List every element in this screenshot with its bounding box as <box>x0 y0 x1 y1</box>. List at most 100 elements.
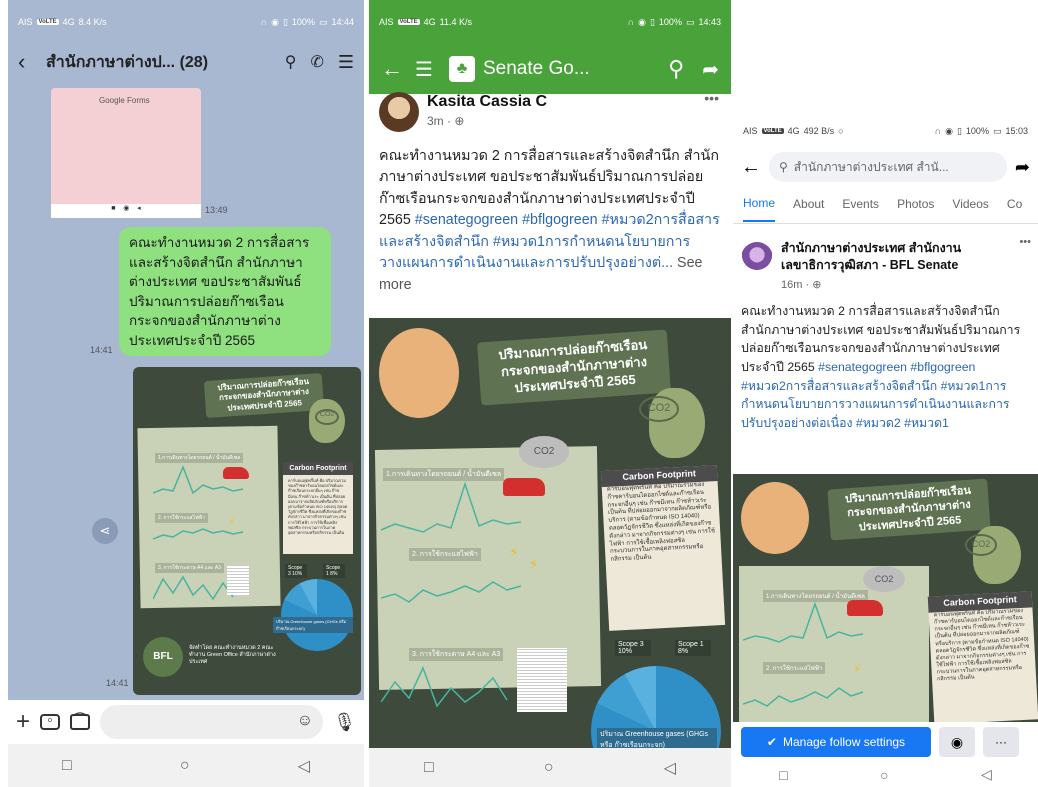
post-header: สำนักภาษาต่างประเทศ สำนักงานเลขาธิการวุฒ… <box>741 236 1031 296</box>
car-icon <box>847 600 883 616</box>
menu-icon[interactable]: ☰ <box>338 52 354 73</box>
share-button[interactable]: ⋖ <box>92 518 118 544</box>
chat-title: สำนักภาษาต่างป... (28) <box>46 53 209 71</box>
tab-photos[interactable]: Photos <box>897 197 934 211</box>
battery-icon: ▭ <box>685 16 695 27</box>
manage-follow-button[interactable]: ✔ Manage follow settings <box>741 727 931 757</box>
tab-events[interactable]: Events <box>842 197 879 211</box>
signal-icon: 4G <box>423 17 436 27</box>
recents-icon[interactable]: □ <box>62 757 72 775</box>
message-time: 14:41 <box>106 678 129 688</box>
back-nav-icon[interactable]: ◁ <box>664 758 676 778</box>
avatar[interactable] <box>379 92 419 132</box>
pie-note: ปริมาณ Greenhouse gases (GHGs หรือ ก๊าซเ… <box>273 617 353 633</box>
more-options-icon[interactable]: ••• <box>704 90 719 106</box>
bolt-icon: ⚡ <box>509 544 519 560</box>
back-nav-icon[interactable]: ◁ <box>981 766 992 783</box>
person-illustration <box>379 328 459 418</box>
infographic-image[interactable]: ปริมาณการปล่อยก๊าซเรือนกระจกของสำนักภาษา… <box>369 318 731 748</box>
image-icon[interactable]: ⌒ <box>70 713 91 730</box>
carrier-label: AIS <box>743 126 758 136</box>
chart2-label: 2. การใช้กระแสไฟฟ้า <box>763 662 826 674</box>
eye-icon: ◉ <box>638 16 646 27</box>
cf-text: คาร์บอนฟุตพริ้นท์ คือ ปริมาณรวมของก๊าซคา… <box>288 478 348 535</box>
back-arrow-icon[interactable]: ← <box>381 56 411 82</box>
facebook-group-screen: AIS VoLTE 4G 11.4 K/s ∩ ◉ ▯ 100% ▭ 14:43 ← ☰ ♣ S… <box>369 0 731 787</box>
person-illustration <box>741 482 809 554</box>
co2-icon: CO2 <box>965 534 997 556</box>
vibrate-icon: ▯ <box>649 16 655 27</box>
search-icon[interactable]: ⚲ <box>668 56 684 82</box>
plus-icon[interactable]: + <box>16 708 30 736</box>
status-bar: AIS VoLTE 4G 492 B/s ○ ∩ ◉ ▯ 100% ▭ 15:03 <box>733 112 1038 150</box>
message-input[interactable]: ☺ <box>100 705 324 739</box>
signal-icon: 4G <box>62 17 75 27</box>
bfl-logo: BFL <box>143 637 183 677</box>
more-options-icon[interactable]: ••• <box>1019 236 1031 248</box>
home-icon[interactable]: ○ <box>180 757 190 775</box>
battery-level: 100% <box>965 126 989 136</box>
input-bar: + ◦ ⌒ ☺ 🎙 <box>8 700 364 744</box>
tab-home[interactable]: Home <box>743 186 776 222</box>
car-icon <box>223 467 249 479</box>
phone-icon[interactable]: ✆ <box>310 52 323 72</box>
vibrate-icon: ▯ <box>956 125 962 136</box>
chat-header: ‹ สำนักภาษาต่างป... (28) ⚲ ✆ ☰ <box>8 44 364 80</box>
tab-community[interactable]: Co <box>1007 197 1022 211</box>
home-icon[interactable]: ○ <box>880 767 888 783</box>
forms-preview[interactable]: Google Forms ■ ◉ ◂ <box>51 88 201 218</box>
battery-level: 100% <box>658 17 682 27</box>
share-icon[interactable]: ➦ <box>702 57 719 82</box>
ghg-pie <box>281 579 353 651</box>
emoji-icon[interactable]: ☺ <box>297 712 313 730</box>
line-chat-screen: AIS VoLTE 4G 8.4 K/s ∩ ◉ ▯ 100% ▭ 14:44 ‹ สำนักภ… <box>8 0 364 787</box>
cf-text: คาร์บอนฟุตพริ้นท์ คือ ปริมาณรวมของก๊าซคา… <box>933 607 1030 683</box>
tab-about[interactable]: About <box>793 197 824 211</box>
message-bubble[interactable]: คณะทำงานหมวด 2 การสื่อสารและสร้างจิตสำนึ… <box>119 227 331 357</box>
battery-icon: ▭ <box>318 16 328 27</box>
group-logo: ♣ <box>449 56 475 82</box>
carbon-footprint-card: Carbon Footprint คาร์บอนฟุตพริ้นท์ คือ ปร… <box>600 465 726 631</box>
recents-icon[interactable]: □ <box>424 759 434 777</box>
team-credit: จัดทำโดย คณะทำงานหมวด 2 คณะทำงาน Green O… <box>189 645 276 666</box>
post-hashtags[interactable]: #senategogreen #bflgogreen #หมวด2การสื่อ… <box>379 212 720 271</box>
chat-body: Google Forms ■ ◉ ◂ 13:49 คณะทำงานหมวด 2 … <box>8 80 364 700</box>
page-tabs: Home About Events Photos Videos Co <box>733 184 1038 224</box>
volte-badge: VoLTE <box>36 19 59 25</box>
infographic-image[interactable]: ปริมาณการปล่อยก๊าซเรือนกระจกของสำนักภาษา… <box>733 474 1038 722</box>
back-nav-icon[interactable]: ◁ <box>298 756 310 776</box>
camera-icon[interactable]: ◦ <box>40 713 61 730</box>
carrier-label: AIS <box>379 17 394 27</box>
back-arrow-icon[interactable]: ← <box>741 156 761 179</box>
post-text: คณะทำงานหมวด 2 การสื่อสารและสร้างจิตสำนึ… <box>741 302 1033 433</box>
mic-icon[interactable]: 🎙 <box>333 712 356 733</box>
network-speed: 8.4 K/s <box>78 17 107 27</box>
scope1-label: Scope 1 8% <box>675 640 711 656</box>
clock: 14:44 <box>331 17 354 27</box>
infographic-title: ปริมาณการปล่อยก๊าซเรือนกระจกของสำนักภาษา… <box>827 478 991 541</box>
search-bar: ← ⚲ สำนักภาษาต่างประเทศ สำนั... ➦ <box>733 150 1038 184</box>
post-author[interactable]: Kasita Cassia C <box>427 93 547 111</box>
tab-videos[interactable]: Videos <box>952 197 988 211</box>
home-icon[interactable]: ○ <box>544 759 554 777</box>
manage-follow-label: Manage follow settings <box>782 735 906 749</box>
clock: 14:43 <box>698 17 721 27</box>
chart3-line <box>381 666 508 708</box>
infographic-image[interactable]: ปริมาณการปล่อยก๊าซเรือนกระจกของสำนักภาษา… <box>133 367 361 695</box>
more-button[interactable]: ··· <box>983 727 1019 757</box>
back-icon[interactable]: ‹ <box>18 49 40 75</box>
page-name[interactable]: สำนักภาษาต่างประเทศ สำนักงานเลขาธิการวุฒ… <box>781 240 991 274</box>
recents-icon[interactable]: □ <box>779 767 787 783</box>
clock: 15:03 <box>1005 126 1028 136</box>
co2-cloud-icon: CO2 <box>519 436 569 468</box>
infographic-title: ปริมาณการปล่อยก๊าซเรือนกระจกของสำนักภาษา… <box>477 329 671 406</box>
messenger-button[interactable]: ◉ <box>939 727 975 757</box>
network-speed: 11.4 K/s <box>439 17 472 27</box>
page-avatar[interactable] <box>741 242 773 274</box>
search-icon[interactable]: ⚲ <box>285 52 297 72</box>
battery-icon: ▭ <box>992 125 1002 136</box>
paper-stack-icon <box>517 648 567 712</box>
menu-icon[interactable]: ☰ <box>415 57 445 82</box>
share-icon[interactable]: ➦ <box>1015 157 1030 178</box>
search-input[interactable]: ⚲ สำนักภาษาต่างประเทศ สำนั... <box>769 152 1007 182</box>
